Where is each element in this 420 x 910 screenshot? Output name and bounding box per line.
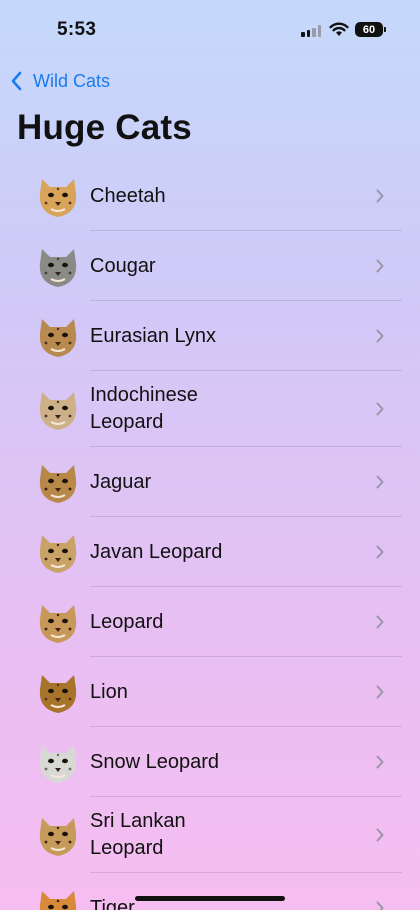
list-item[interactable]: Cheetah [0, 161, 420, 231]
list-item-label: Leopard [90, 610, 164, 633]
list-item[interactable]: Lion [0, 657, 420, 727]
list-item[interactable]: Indochinese Leopard [0, 371, 420, 447]
cellular-signal-icon [301, 25, 321, 37]
cat-thumbnail-icon [39, 249, 77, 287]
back-button[interactable]: Wild Cats [8, 68, 110, 94]
cat-thumbnail-icon [39, 605, 77, 643]
battery-level: 60 [362, 23, 376, 36]
chevron-right-icon [376, 189, 384, 203]
chevron-right-icon [376, 828, 384, 842]
list-item[interactable]: Jaguar [0, 447, 420, 517]
list-item[interactable]: Eurasian Lynx [0, 301, 420, 371]
page-title: Huge Cats [17, 108, 192, 147]
home-indicator[interactable] [135, 896, 285, 901]
cat-thumbnail-icon [39, 535, 77, 573]
list-item-label: Sri Lankan Leopard [90, 810, 186, 859]
chevron-right-icon [376, 259, 384, 273]
list-item[interactable]: Leopard [0, 587, 420, 657]
list-item[interactable]: Snow Leopard [0, 727, 420, 797]
chevron-right-icon [376, 615, 384, 629]
list-item-label: Tiger [90, 896, 135, 910]
status-bar: 5:53 60 [0, 0, 420, 60]
list-item-label: Lion [90, 680, 128, 703]
battery-icon: 60 [355, 22, 383, 37]
cat-thumbnail-icon [39, 465, 77, 503]
chevron-left-icon [11, 71, 22, 91]
cat-thumbnail-icon [39, 891, 77, 910]
chevron-right-icon [376, 755, 384, 769]
list-item[interactable]: Cougar [0, 231, 420, 301]
list-item[interactable]: Javan Leopard [0, 517, 420, 587]
list-item-label: Javan Leopard [90, 540, 223, 563]
list-item-label: Indochinese Leopard [90, 384, 198, 433]
chevron-right-icon [376, 475, 384, 489]
cat-thumbnail-icon [39, 745, 77, 783]
wifi-icon [329, 22, 349, 36]
battery-cap [384, 27, 386, 32]
chevron-right-icon [376, 545, 384, 559]
status-time: 5:53 [57, 19, 97, 40]
list-item-label: Snow Leopard [90, 750, 219, 773]
chevron-right-icon [376, 402, 384, 416]
cat-thumbnail-icon [39, 319, 77, 357]
back-button-label: Wild Cats [33, 70, 111, 91]
list-item-label: Cougar [90, 254, 156, 277]
list-item-label: Cheetah [90, 184, 166, 207]
cat-thumbnail-icon [39, 179, 77, 217]
cat-thumbnail-icon [39, 392, 77, 430]
list-item-label: Eurasian Lynx [90, 324, 216, 347]
cat-thumbnail-icon [39, 675, 77, 713]
list-item[interactable]: Tiger [0, 873, 420, 910]
chevron-right-icon [376, 329, 384, 343]
list-item[interactable]: Sri Lankan Leopard [0, 797, 420, 873]
chevron-right-icon [376, 685, 384, 699]
cat-list: Cheetah Cougar Eurasian Lynx Indochinese Le… [0, 161, 420, 910]
cat-thumbnail-icon [39, 818, 77, 856]
chevron-right-icon [376, 901, 384, 910]
list-item-label: Jaguar [90, 470, 152, 493]
